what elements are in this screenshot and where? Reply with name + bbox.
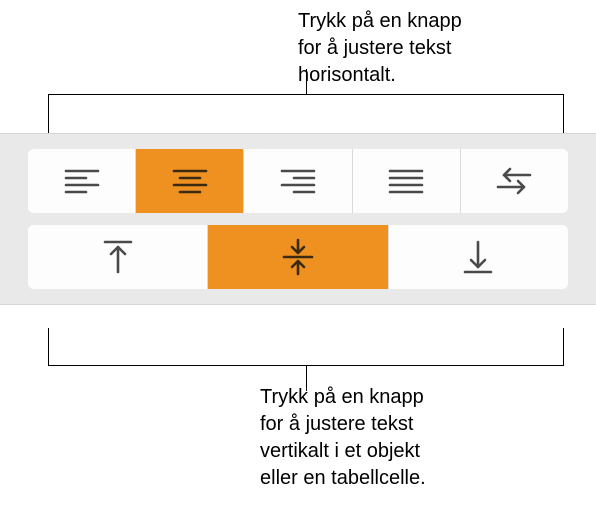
align-center-button[interactable]	[136, 149, 244, 213]
callout-horizontal-leader	[48, 94, 564, 138]
align-left-button[interactable]	[28, 149, 136, 213]
callout-vertical-leader	[48, 328, 564, 366]
callout-horizontal-text: Trykk på en knapp for å justere tekst ho…	[298, 8, 462, 89]
align-center-icon	[172, 167, 208, 195]
valign-middle-icon	[281, 238, 315, 276]
alignment-toolbar	[0, 133, 596, 305]
align-bidi-button[interactable]	[461, 149, 568, 213]
align-right-icon	[280, 167, 316, 195]
horizontal-alignment-row	[28, 149, 568, 213]
valign-top-button[interactable]	[28, 225, 208, 289]
callout-vertical-text: Trykk på en knapp for å justere tekst ve…	[260, 384, 426, 492]
valign-bottom-button[interactable]	[389, 225, 568, 289]
valign-top-icon	[102, 239, 134, 275]
valign-middle-button[interactable]	[208, 225, 388, 289]
align-left-icon	[64, 167, 100, 195]
vertical-alignment-row	[28, 225, 568, 289]
align-justify-button[interactable]	[353, 149, 461, 213]
align-justify-icon	[388, 167, 424, 195]
align-bidi-icon	[494, 166, 534, 196]
valign-bottom-icon	[462, 239, 494, 275]
align-right-button[interactable]	[244, 149, 352, 213]
